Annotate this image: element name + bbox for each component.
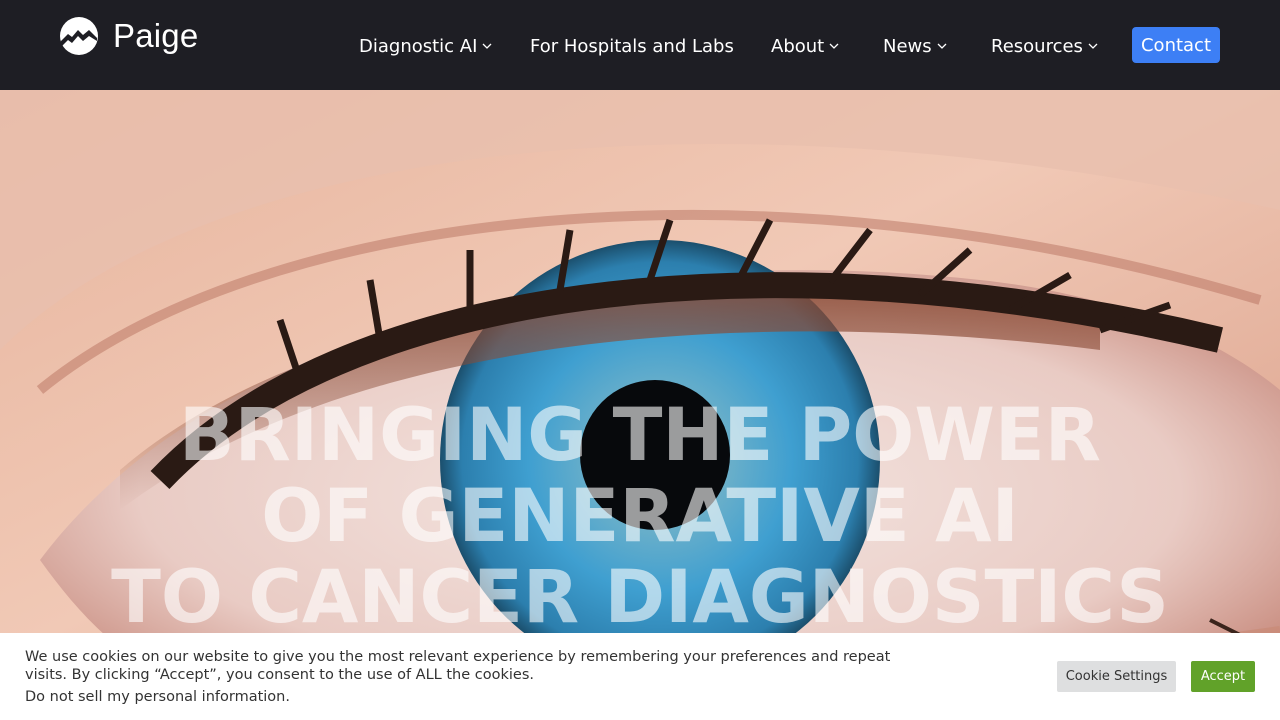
brand-name: Paige	[113, 17, 199, 54]
headline-line-3: TO CANCER DIAGNOSTICS	[111, 555, 1169, 640]
chevron-down-icon	[829, 43, 839, 49]
nav-resources[interactable]: Resources	[991, 34, 1098, 58]
site-header: Paige Diagnostic AI For Hospitals and La…	[0, 0, 1280, 90]
cookie-banner: We use cookies on our website to give yo…	[0, 633, 1280, 720]
chevron-down-icon	[1088, 43, 1098, 49]
nav-label: Diagnostic AI	[359, 35, 478, 57]
cookie-message: We use cookies on our website to give yo…	[25, 649, 891, 683]
nav-label: News	[883, 35, 932, 57]
contact-button[interactable]: Contact	[1132, 27, 1220, 63]
hero-headline: BRINGING THE POWER OF GENERATIVE AI TO C…	[0, 395, 1280, 638]
headline-line-1: BRINGING THE POWER	[179, 393, 1101, 478]
chevron-down-icon	[937, 43, 947, 49]
nav-label: About	[771, 35, 825, 57]
chevron-down-icon	[482, 43, 492, 49]
do-not-sell-link[interactable]: Do not sell my personal information.	[25, 689, 290, 705]
cookie-accept-button[interactable]: Accept	[1191, 661, 1255, 692]
nav-label: For Hospitals and Labs	[530, 35, 734, 57]
paige-logo-icon	[60, 17, 98, 55]
paige-logo[interactable]: Paige	[59, 15, 198, 57]
nav-diagnostic-ai[interactable]: Diagnostic AI	[359, 34, 492, 58]
hero-section: BRINGING THE POWER OF GENERATIVE AI TO C…	[0, 90, 1280, 720]
nav-label: Resources	[991, 35, 1083, 57]
cookie-settings-button[interactable]: Cookie Settings	[1057, 661, 1176, 692]
nav-about[interactable]: About	[771, 34, 839, 58]
nav-news[interactable]: News	[883, 34, 947, 58]
nav-for-hospitals-and-labs[interactable]: For Hospitals and Labs	[530, 34, 734, 58]
headline-line-2: OF GENERATIVE AI	[261, 474, 1019, 559]
